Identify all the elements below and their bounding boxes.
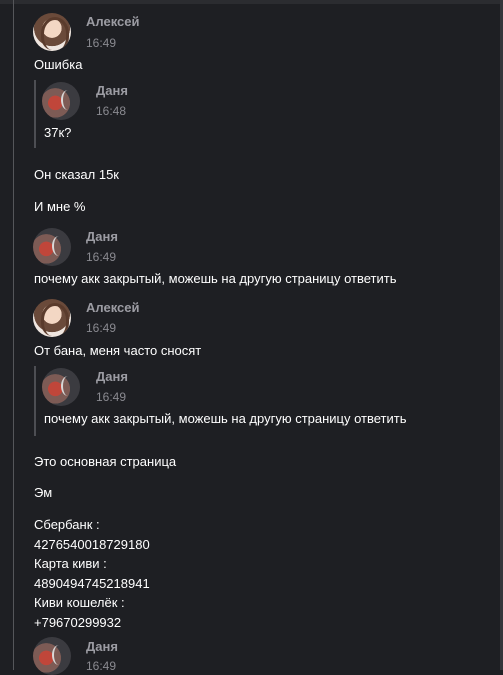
quote-bar [34,366,36,436]
avatar-alexey[interactable] [33,299,71,337]
message-text: И мне % [34,199,86,214]
payment-line: Карта киви : [34,556,107,571]
message-text: Это основная страница [34,454,177,469]
avatar-alexey[interactable] [33,13,71,51]
quoted-message[interactable]: Даня 16:48 37к? [34,80,494,148]
avatar-dania [42,82,80,120]
payment-details: Сбербанк : 4276540018729180 Карта киви :… [34,515,150,632]
author-name[interactable]: Даня [86,229,118,244]
avatar-dania[interactable] [33,637,71,675]
quote-bar [34,80,36,148]
message-text: Он сказал 15к [34,167,119,182]
payment-line: Сбербанк : [34,517,100,532]
quote-time: 16:48 [96,104,127,118]
top-bar [0,0,503,4]
payment-line: 4890494745218941 [34,575,150,591]
payment-line: Киви кошелёк : [34,595,125,610]
message-time: 16:49 [86,659,117,673]
thread-rail [13,0,14,670]
message-text: Эм [34,485,53,500]
message-text: почему акк закрытый, можешь на другую ст… [34,271,397,286]
message-time: 16:49 [86,250,117,264]
message-text: От бана, меня часто сносят [34,343,202,358]
payment-line: +79670299932 [34,614,122,630]
message-text: Ошибка [34,57,83,72]
avatar-dania[interactable] [33,228,71,266]
quoted-message[interactable]: Даня 16:49 почему акк закрытый, можешь н… [34,366,494,436]
author-name[interactable]: Даня [86,639,118,654]
author-name[interactable]: Алексей [86,300,140,315]
payment-line: 4276540018729180 [34,536,150,552]
quote-text: 37к? [44,125,72,140]
quote-author: Даня [96,369,128,384]
message-time: 16:49 [86,321,117,335]
author-name[interactable]: Алексей [86,14,140,29]
avatar-dania [42,368,80,406]
quote-time: 16:49 [96,390,127,404]
quote-author: Даня [96,83,128,98]
quote-text: почему акк закрытый, можешь на другую ст… [44,411,407,426]
message-time: 16:49 [86,36,117,50]
